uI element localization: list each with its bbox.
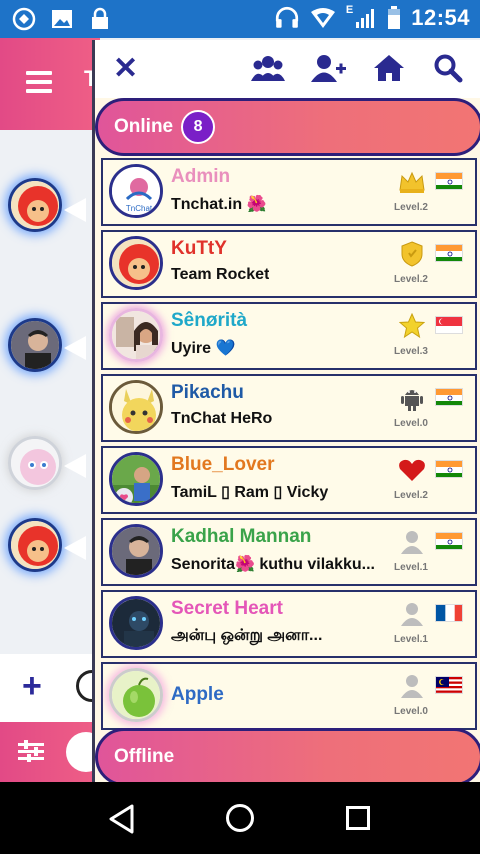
online-label: Online bbox=[114, 116, 174, 137]
online-count-badge: 8 bbox=[181, 110, 216, 144]
headset-icon bbox=[275, 6, 298, 28]
user-name: Pikachu bbox=[171, 382, 244, 403]
battery-icon bbox=[388, 6, 401, 29]
india-flag-icon bbox=[435, 532, 463, 550]
chat-avatar[interactable] bbox=[8, 318, 62, 372]
india-flag-icon bbox=[435, 172, 463, 190]
user-row[interactable]: Sênørità Uyire 💙 Level.3 bbox=[101, 302, 477, 370]
user-level: Level.1 bbox=[394, 562, 428, 573]
close-icon[interactable]: ✕ bbox=[113, 52, 138, 85]
user-icon bbox=[397, 600, 427, 628]
user-name: Secret Heart bbox=[171, 598, 283, 619]
drawer-toolbar: ✕ bbox=[95, 40, 480, 98]
shield-icon bbox=[397, 240, 427, 268]
chat-avatar[interactable] bbox=[8, 436, 62, 490]
user-level: Level.1 bbox=[394, 634, 428, 645]
wifi-icon bbox=[310, 8, 335, 28]
singapore-flag-icon bbox=[435, 316, 463, 334]
user-level: Level.2 bbox=[394, 490, 428, 501]
user-row[interactable]: TnChat Admin Tnchat.in 🌺 Level.2 bbox=[101, 158, 477, 226]
chat-avatar[interactable] bbox=[8, 518, 62, 572]
user-avatar bbox=[109, 596, 163, 650]
india-flag-icon bbox=[435, 388, 463, 406]
user-row[interactable]: Apple Level.0 bbox=[101, 662, 477, 730]
app-footer bbox=[0, 722, 106, 782]
menu-icon[interactable] bbox=[26, 71, 52, 93]
group-icon[interactable] bbox=[251, 52, 285, 84]
user-name: KuTtY bbox=[171, 238, 227, 259]
chat-bubble-tip bbox=[64, 198, 86, 222]
signal-icon bbox=[356, 9, 375, 28]
user-status: Senorita🌺 kuthu vilakku... bbox=[171, 556, 375, 573]
svg-text:TnChat: TnChat bbox=[126, 204, 153, 213]
user-avatar bbox=[109, 452, 163, 506]
image-icon bbox=[52, 10, 72, 28]
message-input-bar: + bbox=[0, 654, 108, 722]
chat-avatar[interactable] bbox=[8, 178, 62, 232]
user-name: Sênørità bbox=[171, 310, 248, 331]
offline-section-header[interactable]: Offline bbox=[95, 728, 480, 782]
heart-icon bbox=[397, 456, 427, 484]
user-status: அன்பு ஒன்று அனா... bbox=[171, 627, 323, 644]
user-level: Level.2 bbox=[394, 274, 428, 285]
home-icon[interactable] bbox=[373, 52, 405, 84]
android-icon bbox=[397, 384, 427, 412]
user-row[interactable]: Blue_Lover TamiL ▯ Ram ▯ Vicky Level.2 bbox=[101, 446, 477, 514]
user-level: Level.0 bbox=[394, 418, 428, 429]
chat-bubble-tip bbox=[64, 336, 86, 360]
star-icon bbox=[397, 312, 427, 340]
user-status: TnChat HeRo bbox=[171, 410, 273, 427]
back-icon[interactable] bbox=[108, 804, 136, 834]
offline-label: Offline bbox=[114, 746, 175, 767]
online-section-header[interactable]: Online 8 bbox=[95, 98, 480, 156]
sync-icon bbox=[12, 7, 36, 31]
search-icon[interactable] bbox=[433, 52, 463, 84]
settings-sliders-icon[interactable] bbox=[18, 740, 44, 762]
app-header: T bbox=[0, 38, 100, 130]
user-row[interactable]: KuTtY Team Rocket Level.2 bbox=[101, 230, 477, 298]
user-row[interactable]: Pikachu TnChat HeRo Level.0 bbox=[101, 374, 477, 442]
user-row[interactable]: Secret Heart அன்பு ஒன்று அனா... Level.1 bbox=[101, 590, 477, 658]
home-circle-icon[interactable] bbox=[226, 804, 254, 832]
user-status: Team Rocket bbox=[171, 266, 270, 283]
user-level: Level.3 bbox=[394, 346, 428, 357]
user-level: Level.0 bbox=[394, 706, 428, 717]
user-icon bbox=[397, 528, 427, 556]
crown-icon bbox=[397, 168, 427, 196]
user-status: Uyire 💙 bbox=[171, 340, 236, 357]
user-name: Admin bbox=[171, 166, 231, 187]
chat-bubble-tip bbox=[64, 454, 86, 478]
user-status: TamiL ▯ Ram ▯ Vicky bbox=[171, 484, 329, 501]
network-type-label: E bbox=[345, 4, 354, 16]
user-avatar bbox=[109, 668, 163, 722]
user-name: Blue_Lover bbox=[171, 454, 275, 475]
status-bar: E 12:54 bbox=[0, 0, 480, 38]
online-users-drawer: ✕ Online 8 TnChat Admin Tnchat.in 🌺 Leve… bbox=[92, 40, 480, 782]
user-icon bbox=[397, 672, 427, 700]
user-row[interactable]: Kadhal Mannan Senorita🌺 kuthu vilakku...… bbox=[101, 518, 477, 586]
user-avatar bbox=[109, 308, 163, 362]
india-flag-icon bbox=[435, 244, 463, 262]
system-nav-bar bbox=[0, 782, 480, 854]
attach-plus-icon[interactable]: + bbox=[22, 669, 42, 703]
clock-time: 12:54 bbox=[411, 5, 470, 30]
user-name: Kadhal Mannan bbox=[171, 526, 312, 547]
user-level: Level.2 bbox=[394, 202, 428, 213]
recents-icon[interactable] bbox=[346, 806, 370, 830]
lock-icon bbox=[92, 7, 108, 29]
user-status: Tnchat.in 🌺 bbox=[171, 196, 267, 213]
user-avatar bbox=[109, 380, 163, 434]
user-avatar bbox=[109, 524, 163, 578]
malaysia-flag-icon bbox=[435, 676, 463, 694]
chat-bubble-tip bbox=[64, 536, 86, 560]
user-avatar bbox=[109, 236, 163, 290]
user-avatar: TnChat bbox=[109, 164, 163, 218]
user-name: Apple bbox=[171, 684, 224, 705]
france-flag-icon bbox=[435, 604, 463, 622]
india-flag-icon bbox=[435, 460, 463, 478]
add-user-icon[interactable] bbox=[311, 52, 347, 84]
